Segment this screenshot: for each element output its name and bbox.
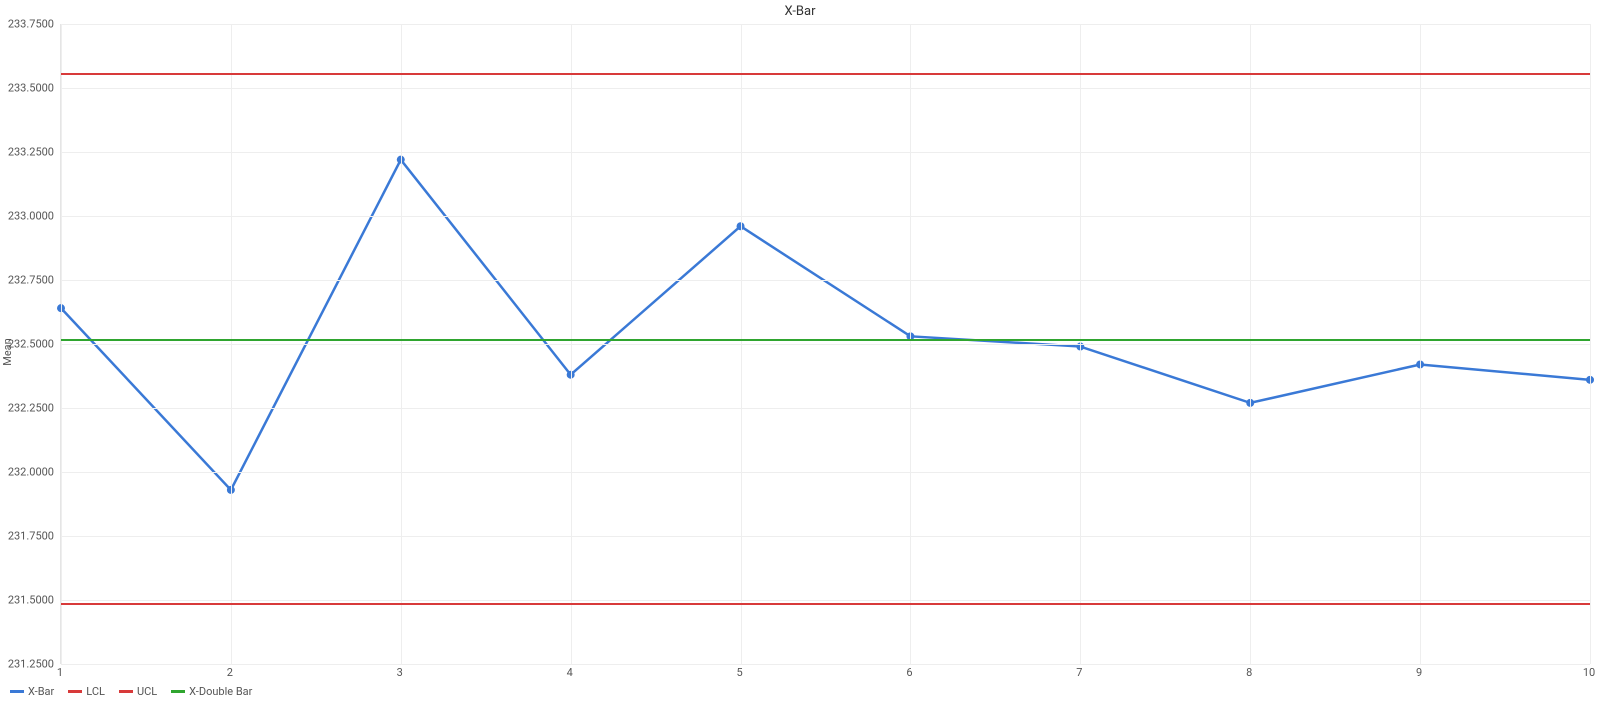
y-tick-label: 233.2500 (4, 146, 54, 159)
gridline-h (61, 152, 1590, 153)
x-tick-label: 4 (560, 666, 580, 679)
gridline-h (61, 216, 1590, 217)
y-tick-label: 233.0000 (4, 210, 54, 223)
gridline-h (61, 280, 1590, 281)
legend-label: X-Double Bar (189, 685, 252, 698)
plot-area (60, 24, 1590, 664)
legend-label: UCL (137, 685, 157, 698)
series-line-x-bar (61, 160, 1590, 490)
y-tick-label: 232.5000 (4, 338, 54, 351)
gridline-v (401, 24, 402, 664)
gridline-h (61, 24, 1590, 25)
gridline-h (61, 664, 1590, 665)
legend-swatch (171, 690, 185, 693)
gridline-v (61, 24, 62, 664)
gridline-v (741, 24, 742, 664)
gridline-v (1590, 24, 1591, 664)
legend: X-Bar LCL UCL X-Double Bar (10, 685, 252, 698)
gridline-v (910, 24, 911, 664)
limit-line-lcl (61, 603, 1590, 605)
y-tick-label: 233.5000 (4, 82, 54, 95)
gridline-h (61, 472, 1590, 473)
gridline-v (1250, 24, 1251, 664)
x-tick-label: 10 (1579, 666, 1599, 679)
chart-title: X-Bar (0, 4, 1600, 19)
y-tick-label: 231.2500 (4, 658, 54, 671)
x-tick-label: 2 (220, 666, 240, 679)
gridline-v (231, 24, 232, 664)
legend-swatch (119, 690, 133, 693)
gridline-h (61, 600, 1590, 601)
x-tick-label: 9 (1409, 666, 1429, 679)
gridline-h (61, 88, 1590, 89)
y-tick-label: 231.7500 (4, 530, 54, 543)
y-tick-label: 231.5000 (4, 594, 54, 607)
legend-item-lcl: LCL (68, 685, 105, 698)
gridline-v (1420, 24, 1421, 664)
gridline-v (571, 24, 572, 664)
gridline-v (1080, 24, 1081, 664)
x-tick-label: 7 (1069, 666, 1089, 679)
y-tick-label: 233.7500 (4, 18, 54, 31)
x-tick-label: 5 (730, 666, 750, 679)
legend-item-xdoublebar: X-Double Bar (171, 685, 252, 698)
y-tick-label: 232.2500 (4, 402, 54, 415)
x-tick-label: 1 (50, 666, 70, 679)
legend-label: X-Bar (28, 685, 54, 698)
legend-item-xbar: X-Bar (10, 685, 54, 698)
y-tick-label: 232.7500 (4, 274, 54, 287)
limit-line-x-double-bar (61, 339, 1590, 341)
gridline-h (61, 408, 1590, 409)
gridline-h (61, 536, 1590, 537)
x-tick-label: 3 (390, 666, 410, 679)
y-tick-label: 232.0000 (4, 466, 54, 479)
legend-item-ucl: UCL (119, 685, 157, 698)
x-tick-label: 8 (1239, 666, 1259, 679)
x-tick-label: 6 (899, 666, 919, 679)
legend-swatch (68, 690, 82, 693)
xbar-control-chart: X-Bar Mean X-Bar LCL UCL X-Double Bar 23… (0, 0, 1600, 704)
legend-swatch (10, 690, 24, 693)
legend-label: LCL (86, 685, 105, 698)
gridline-h (61, 344, 1590, 345)
limit-line-ucl (61, 73, 1590, 75)
